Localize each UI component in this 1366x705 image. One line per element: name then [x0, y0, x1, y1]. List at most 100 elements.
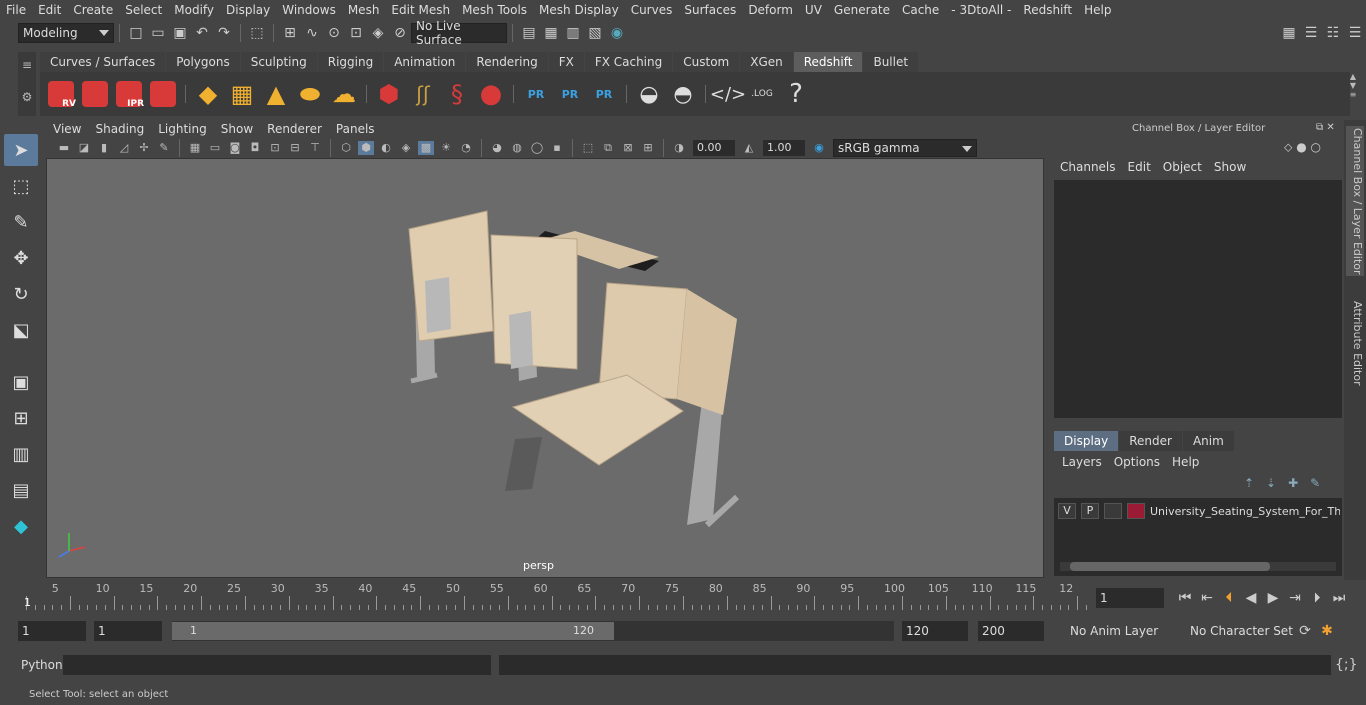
- undo-icon[interactable]: ↶: [193, 24, 211, 42]
- layer-menu-options[interactable]: Options: [1108, 455, 1166, 469]
- menu-display[interactable]: Display: [220, 3, 276, 17]
- exposure-field[interactable]: 0.00: [693, 140, 735, 156]
- isolate-select-icon[interactable]: ⬚: [580, 141, 596, 155]
- single-view-icon[interactable]: ▣: [4, 366, 38, 398]
- film-gate-icon[interactable]: ▭: [207, 141, 223, 155]
- play-backward-icon[interactable]: ◀: [1242, 589, 1260, 607]
- panel-menu-panels[interactable]: Panels: [329, 122, 382, 136]
- menu-file[interactable]: File: [0, 3, 32, 17]
- menu-help[interactable]: Help: [1078, 3, 1117, 17]
- shelf-tab-polygons[interactable]: Polygons: [166, 52, 240, 72]
- command-language[interactable]: Python: [21, 658, 63, 672]
- hypershade-icon[interactable]: ◉: [608, 24, 626, 42]
- menu-mesh-tools[interactable]: Mesh Tools: [456, 3, 533, 17]
- menu-create[interactable]: Create: [67, 3, 119, 17]
- xray-icon[interactable]: ⧉: [600, 141, 616, 155]
- save-scene-icon[interactable]: ▣: [171, 24, 189, 42]
- menu-uv[interactable]: UV: [799, 3, 828, 17]
- anim-prefs-icon[interactable]: ✱: [1318, 622, 1336, 640]
- panel-menu-show[interactable]: Show: [214, 122, 260, 136]
- layer-scrollbar[interactable]: [1060, 562, 1336, 571]
- exposure-icon[interactable]: ◑: [671, 141, 687, 155]
- bake-options-button[interactable]: ◓: [667, 76, 699, 112]
- shelf-tab-rendering[interactable]: Rendering: [466, 52, 548, 72]
- colorspace-dropdown[interactable]: sRGB gamma: [833, 139, 977, 157]
- shelf-tab-xgen[interactable]: XGen: [740, 52, 793, 72]
- channel-menu-channels[interactable]: Channels: [1054, 160, 1122, 174]
- tool-settings-icon[interactable]: ☰: [1346, 24, 1364, 42]
- step-back-key-icon[interactable]: ⇤: [1198, 589, 1216, 607]
- rs-light-button[interactable]: ◆: [192, 76, 224, 112]
- shelf-menu-icon[interactable]: ≡: [18, 58, 36, 72]
- character-set-dropdown[interactable]: No Character Set: [1172, 621, 1294, 641]
- time-slider[interactable]: 5 10 15 20 25 30 35 40 45 50 55 60 65 70 75 80 85 90 95 100…: [20, 582, 1090, 610]
- snap-surface-icon[interactable]: ◈: [369, 24, 387, 42]
- channel-box-toggle-icon[interactable]: ☰: [1302, 24, 1320, 42]
- playback-end-field[interactable]: 120: [902, 621, 968, 641]
- scale-tool-icon[interactable]: ⬕: [4, 314, 38, 346]
- ambient-occlusion-icon[interactable]: ◕: [489, 141, 505, 155]
- layer-visibility-toggle[interactable]: V: [1058, 503, 1076, 519]
- menu-windows[interactable]: Windows: [276, 3, 342, 17]
- range-slider[interactable]: 1 120: [172, 621, 894, 641]
- panel-menu-shading[interactable]: Shading: [88, 122, 151, 136]
- menu-surfaces[interactable]: Surfaces: [678, 3, 742, 17]
- snap-view-icon[interactable]: ⊡: [347, 24, 365, 42]
- layer-menu-help[interactable]: Help: [1166, 455, 1205, 469]
- menu-cache[interactable]: Cache: [896, 3, 945, 17]
- menu-modify[interactable]: Modify: [168, 3, 220, 17]
- snap-mesh-icon[interactable]: ⊘: [391, 24, 409, 42]
- shelf-tab-fx-caching[interactable]: FX Caching: [584, 52, 673, 72]
- field-chart-icon[interactable]: ⊡: [267, 141, 283, 155]
- rs-spot-light-button[interactable]: ▲: [260, 76, 292, 112]
- image-plane-icon[interactable]: ◿: [116, 141, 132, 155]
- menu-generate[interactable]: Generate: [828, 3, 896, 17]
- menu-select[interactable]: Select: [119, 3, 168, 17]
- layer-menu-layers[interactable]: Layers: [1056, 455, 1108, 469]
- go-to-start-icon[interactable]: ⏮: [1176, 589, 1194, 607]
- workspace-icon[interactable]: ▦: [1280, 24, 1298, 42]
- attribute-editor-icon[interactable]: ☷: [1324, 24, 1342, 42]
- play-forward-icon[interactable]: ▶: [1264, 589, 1282, 607]
- new-scene-icon[interactable]: □: [127, 24, 145, 42]
- rotate-tool-icon[interactable]: ↻: [4, 278, 38, 310]
- xray-joints-icon[interactable]: ⊠: [620, 141, 636, 155]
- step-forward-frame-icon[interactable]: ⏵: [1308, 589, 1326, 607]
- shadows-icon[interactable]: ◔: [458, 141, 474, 155]
- motion-blur-icon[interactable]: ◍: [509, 141, 525, 155]
- pr-swap-button[interactable]: PR: [588, 76, 620, 112]
- safe-title-icon[interactable]: ⊤: [307, 141, 323, 155]
- rs-hair-button[interactable]: ʃʃ: [407, 76, 439, 112]
- layer-action-icons[interactable]: ⇡⇣✚✎: [1244, 476, 1332, 490]
- use-default-material-icon[interactable]: ◐: [378, 141, 394, 155]
- shelf-settings-icon[interactable]: ⚙: [18, 90, 36, 104]
- grease-pencil-icon[interactable]: ✎: [156, 141, 172, 155]
- shelf-tab-rigging[interactable]: Rigging: [317, 52, 384, 72]
- auto-key-icon[interactable]: ⟳: [1296, 622, 1314, 640]
- script-editor-button[interactable]: </>: [710, 76, 746, 112]
- open-scene-icon[interactable]: ▭: [149, 24, 167, 42]
- animation-end-field[interactable]: 200: [978, 621, 1044, 641]
- bake-button[interactable]: ◒: [633, 76, 665, 112]
- layer-tab-render[interactable]: Render: [1119, 431, 1182, 451]
- panel-menu-view[interactable]: View: [46, 122, 88, 136]
- shelf-tab-custom[interactable]: Custom: [673, 52, 740, 72]
- rs-sphere-button[interactable]: ●: [475, 76, 507, 112]
- channel-menu-edit[interactable]: Edit: [1122, 160, 1157, 174]
- animation-start-field[interactable]: 1: [18, 621, 86, 641]
- color-management-icon[interactable]: ◉: [811, 141, 827, 155]
- float-panel-icon[interactable]: ⧉ ✕: [1316, 122, 1335, 133]
- pr-object-button[interactable]: PR: [520, 76, 552, 112]
- ipr-render-icon[interactable]: ▥: [564, 24, 582, 42]
- bookmark-icon[interactable]: ▮: [96, 141, 112, 155]
- menu-redshift[interactable]: Redshift: [1017, 3, 1078, 17]
- log-button[interactable]: .LOG: [746, 76, 778, 112]
- command-input[interactable]: [63, 655, 491, 675]
- menu-edit[interactable]: Edit: [32, 3, 67, 17]
- gamma-icon[interactable]: ◭: [741, 141, 757, 155]
- anim-layer-dropdown[interactable]: No Anim Layer: [1052, 621, 1166, 641]
- grid-icon[interactable]: ▦: [187, 141, 203, 155]
- channel-menu-show[interactable]: Show: [1208, 160, 1252, 174]
- graph-layout-icon[interactable]: ▤: [4, 474, 38, 506]
- pr-export-button[interactable]: PR: [554, 76, 586, 112]
